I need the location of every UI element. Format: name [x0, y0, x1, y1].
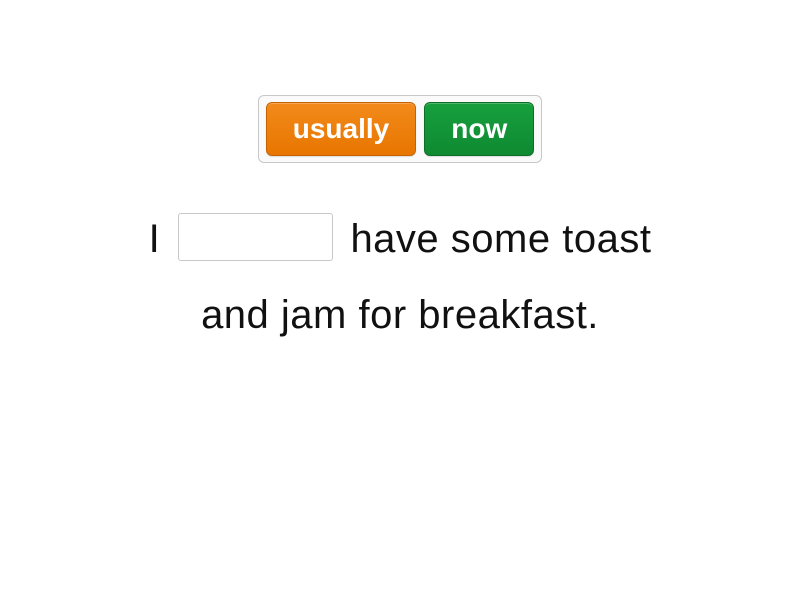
sentence-text: I have some toast and jam for breakfast.	[149, 201, 652, 353]
sentence-before: I	[149, 217, 161, 261]
blank-slot[interactable]	[178, 213, 333, 261]
sentence-line2: and jam for breakfast.	[201, 293, 599, 337]
options-container: usually now	[258, 95, 542, 163]
sentence-after-line1: have some toast	[350, 217, 651, 261]
option-usually-button[interactable]: usually	[266, 102, 416, 156]
option-now-button[interactable]: now	[424, 102, 534, 156]
